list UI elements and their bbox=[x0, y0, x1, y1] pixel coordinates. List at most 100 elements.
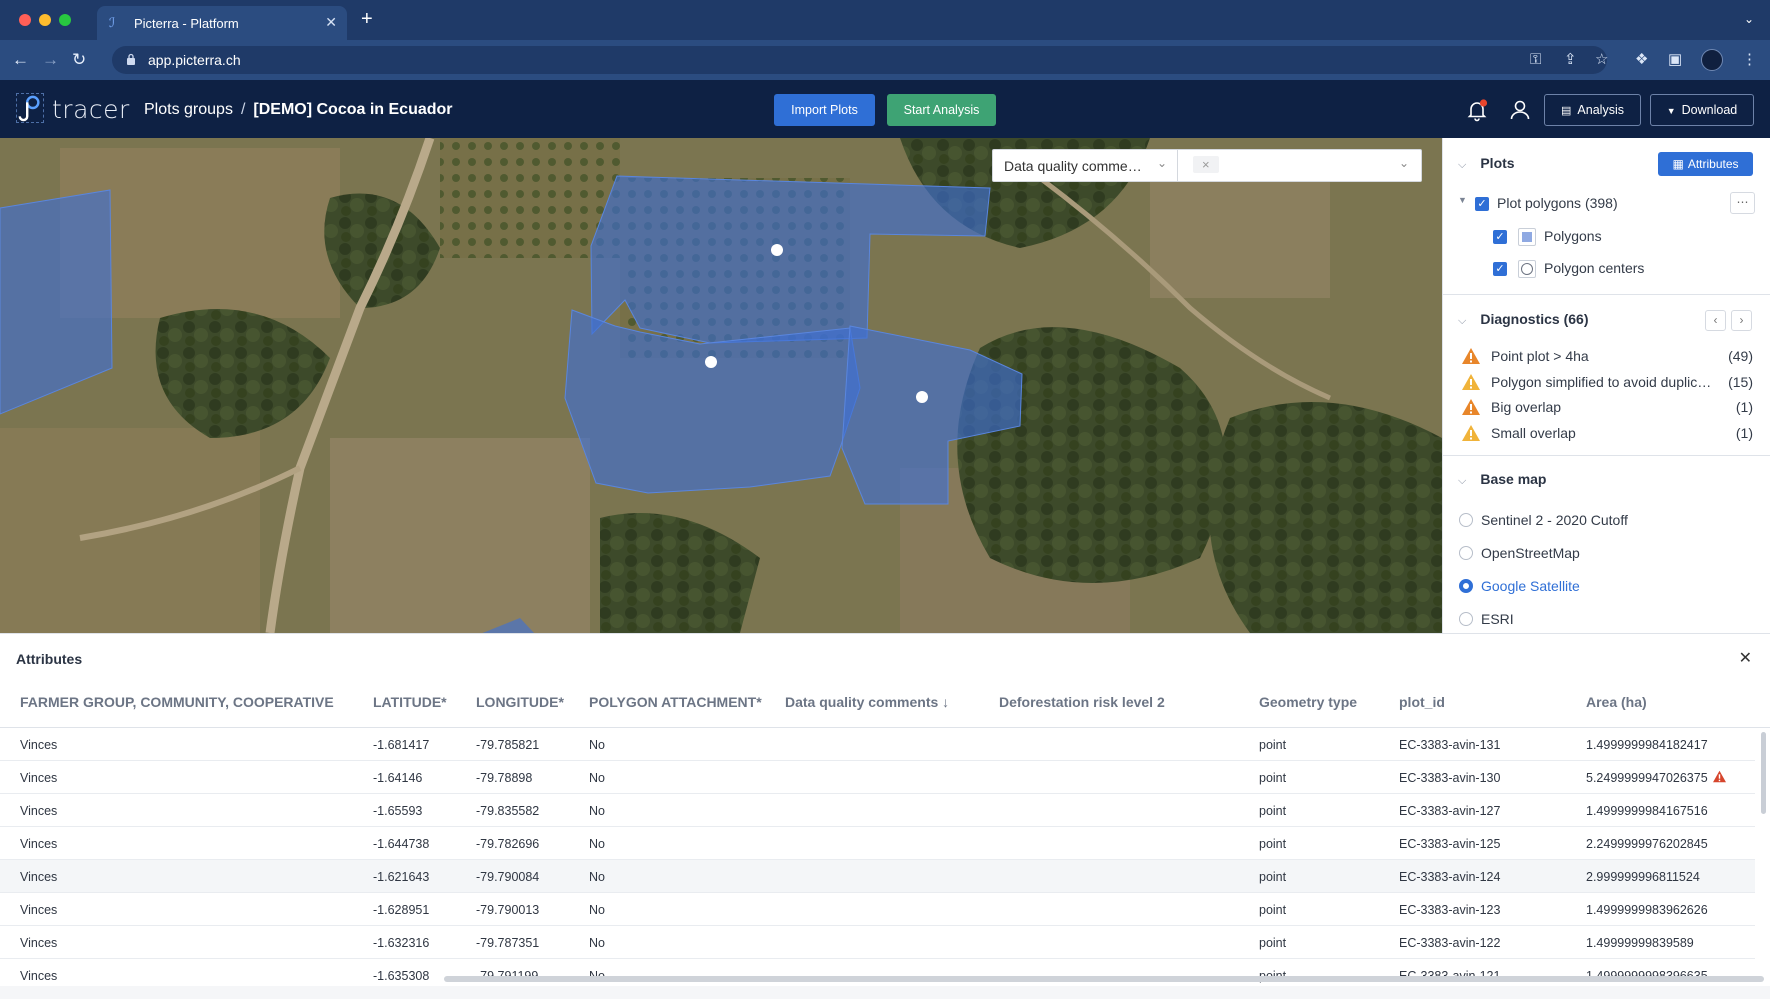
import-plots-button[interactable]: Import Plots bbox=[774, 94, 875, 126]
extensions-puzzle-icon[interactable]: ❖ bbox=[1635, 51, 1648, 69]
attributes-button[interactable]: ▦ Attributes bbox=[1658, 152, 1753, 176]
maximize-window-button[interactable] bbox=[59, 14, 71, 26]
attributes-title: Attributes bbox=[16, 651, 83, 667]
cell-farmer-group: Vinces bbox=[20, 837, 58, 851]
table-row[interactable]: Vinces -1.628951 -79.790013 No point EC-3383-… bbox=[0, 893, 1755, 926]
polygon-centers-checkbox[interactable]: ✓ bbox=[1493, 262, 1507, 276]
cell-longitude: -79.790084 bbox=[476, 870, 540, 884]
cell-longitude: -79.790013 bbox=[476, 903, 540, 917]
horizontal-scrollbar[interactable] bbox=[444, 976, 1764, 982]
cell-plot-id: EC-3383-avin-122 bbox=[1399, 936, 1501, 950]
tab-title: Picterra - Platform bbox=[134, 16, 239, 31]
plots-section-header[interactable]: ⌵ Plots bbox=[1458, 155, 1515, 172]
diagnostic-count: (49) bbox=[1728, 348, 1753, 364]
cell-farmer-group: Vinces bbox=[20, 771, 58, 785]
profile-avatar[interactable] bbox=[1701, 49, 1723, 71]
browser-menu-icon[interactable]: ⋮ bbox=[1742, 51, 1757, 69]
back-arrow-icon[interactable]: ← bbox=[12, 50, 29, 70]
more-options-icon[interactable]: ⋯ bbox=[1730, 192, 1755, 214]
basemap-radio-openstreetmap[interactable] bbox=[1459, 546, 1473, 560]
polygons-checkbox[interactable]: ✓ bbox=[1493, 230, 1507, 244]
diagnostic-label[interactable]: Small overlap bbox=[1491, 425, 1576, 441]
analysis-button[interactable]: ▤ Analysis bbox=[1544, 94, 1641, 126]
basemap-radio-esri[interactable] bbox=[1459, 612, 1473, 626]
polygon-center-marker[interactable] bbox=[705, 356, 717, 368]
warning-icon[interactable] bbox=[1712, 770, 1727, 783]
diagnostics-next-icon[interactable]: › bbox=[1731, 310, 1752, 331]
column-header-geometry-type[interactable]: Geometry type bbox=[1259, 694, 1357, 710]
address-bar[interactable]: app.picterra.ch bbox=[112, 46, 1607, 74]
user-account-icon[interactable] bbox=[1508, 98, 1532, 122]
table-row[interactable]: Vinces -1.621643 -79.790084 No point EC-3383-… bbox=[0, 860, 1755, 893]
forward-arrow-icon[interactable]: → bbox=[42, 50, 59, 70]
cell-geometry-type: point bbox=[1259, 771, 1287, 785]
basemap-label[interactable]: Google Satellite bbox=[1481, 578, 1580, 594]
table-row[interactable]: Vinces -1.644738 -79.782696 No point EC-3383-… bbox=[0, 827, 1755, 860]
column-header-polygon-attachment[interactable]: POLYGON ATTACHMENT* bbox=[589, 694, 762, 710]
base-map-section-header[interactable]: ⌵ Base map bbox=[1458, 471, 1547, 488]
browser-tab[interactable]: ℐ Picterra - Platform ✕ bbox=[97, 6, 347, 40]
column-header-data-quality[interactable]: Data quality comments ↓ bbox=[785, 694, 949, 710]
url-text: app.picterra.ch bbox=[148, 52, 241, 68]
clear-filter-icon[interactable]: × bbox=[1193, 156, 1219, 173]
close-icon[interactable]: ✕ bbox=[1739, 648, 1752, 668]
breadcrumb-plots-groups[interactable]: Plots groups bbox=[144, 101, 233, 118]
diagnostic-label[interactable]: Big overlap bbox=[1491, 399, 1561, 415]
basemap-label[interactable]: Sentinel 2 - 2020 Cutoff bbox=[1481, 512, 1628, 528]
cell-farmer-group: Vinces bbox=[20, 936, 58, 950]
start-analysis-button[interactable]: Start Analysis bbox=[887, 94, 996, 126]
filter-field-select[interactable]: Data quality comme… ⌄ bbox=[993, 150, 1178, 181]
polygon-center-marker[interactable] bbox=[916, 391, 928, 403]
cell-geometry-type: point bbox=[1259, 870, 1287, 884]
diagnostics-section-header[interactable]: ⌵ Diagnostics (66) bbox=[1458, 311, 1588, 328]
cell-latitude: -1.64146 bbox=[373, 771, 423, 785]
base-map-title: Base map bbox=[1480, 471, 1547, 487]
clipboard-icon: ▤ bbox=[1561, 105, 1572, 117]
basemap-radio-google-satellite[interactable] bbox=[1459, 579, 1473, 593]
column-header-deforestation-risk[interactable]: Deforestation risk level 2 bbox=[999, 694, 1165, 710]
column-header-longitude[interactable]: LONGITUDE* bbox=[476, 694, 564, 710]
filter-field-value: Data quality comme… bbox=[1004, 158, 1142, 174]
polygon-center-marker[interactable] bbox=[771, 244, 783, 256]
diagnostic-label[interactable]: Polygon simplified to avoid duplic… bbox=[1491, 374, 1711, 390]
close-tab-icon[interactable]: ✕ bbox=[325, 14, 337, 31]
bottom-strip bbox=[0, 986, 1770, 999]
basemap-label[interactable]: OpenStreetMap bbox=[1481, 545, 1580, 561]
cell-farmer-group: Vinces bbox=[20, 903, 58, 917]
plot-polygons-checkbox[interactable]: ✓ bbox=[1475, 197, 1489, 211]
plots-title: Plots bbox=[1480, 155, 1515, 171]
cell-latitude: -1.635308 bbox=[373, 969, 430, 983]
tab-search-chevron-icon[interactable]: ⌄ bbox=[1744, 12, 1754, 26]
satellite-map[interactable] bbox=[0, 138, 1442, 633]
table-row[interactable]: Vinces -1.632316 -79.787351 No point EC-3383-… bbox=[0, 926, 1755, 959]
basemap-radio-sentinel[interactable] bbox=[1459, 513, 1473, 527]
cell-area: 1.4999999984182417 bbox=[1586, 738, 1708, 752]
diagnostics-prev-icon[interactable]: ‹ bbox=[1705, 310, 1726, 331]
table-row[interactable]: Vinces -1.64146 -79.78898 No point EC-3383-av… bbox=[0, 761, 1755, 794]
caret-down-icon[interactable]: ▼ bbox=[1458, 195, 1467, 205]
download-button[interactable]: ▼ Download bbox=[1650, 94, 1754, 126]
column-header-area[interactable]: Area (ha) bbox=[1586, 694, 1647, 710]
polygon-swatch bbox=[1518, 228, 1536, 246]
new-tab-icon[interactable]: + bbox=[361, 9, 373, 29]
column-header-farmer-group[interactable]: FARMER GROUP, COMMUNITY, COOPERATIVE bbox=[20, 694, 334, 710]
close-window-button[interactable] bbox=[19, 14, 31, 26]
notifications-bell-icon[interactable] bbox=[1465, 98, 1489, 122]
vertical-scrollbar[interactable] bbox=[1761, 732, 1766, 814]
column-header-plot-id[interactable]: plot_id bbox=[1399, 694, 1445, 710]
bookmark-star-icon[interactable]: ☆ bbox=[1595, 51, 1608, 69]
side-panel-icon[interactable]: ▣ bbox=[1668, 51, 1682, 69]
diagnostic-label[interactable]: Point plot > 4ha bbox=[1491, 348, 1589, 364]
table-row[interactable]: Vinces -1.681417 -79.785821 No point EC-3383-… bbox=[0, 728, 1755, 761]
basemap-label[interactable]: ESRI bbox=[1481, 611, 1514, 627]
key-icon[interactable]: ⚿ bbox=[1530, 51, 1541, 69]
minimize-window-button[interactable] bbox=[39, 14, 51, 26]
reload-icon[interactable]: ↻ bbox=[72, 50, 86, 70]
map-canvas[interactable] bbox=[0, 138, 1442, 633]
table-row[interactable]: Vinces -1.65593 -79.835582 No point EC-3383-a… bbox=[0, 794, 1755, 827]
column-header-latitude[interactable]: LATITUDE* bbox=[373, 694, 447, 710]
filter-value-chevron-down-icon[interactable]: ⌄ bbox=[1399, 156, 1409, 170]
table-icon: ▦ bbox=[1672, 157, 1684, 171]
warning-icon bbox=[1462, 348, 1480, 364]
share-icon[interactable]: ⇪ bbox=[1564, 51, 1577, 69]
